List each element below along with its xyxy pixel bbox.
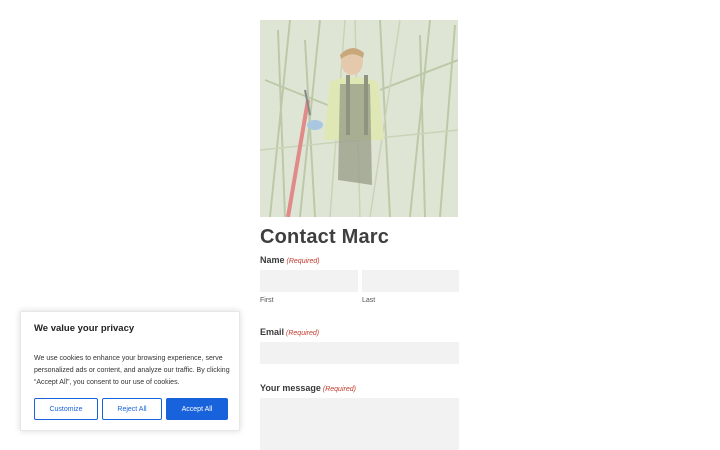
required-indicator: (Required) [286, 330, 320, 337]
message-label-text: Your message [260, 383, 321, 393]
cookie-banner-title: We value your privacy [34, 323, 135, 334]
message-textarea[interactable] [260, 398, 459, 450]
contact-photo-image [260, 20, 458, 217]
email-input[interactable] [260, 342, 459, 364]
cookie-banner-text: We use cookies to enhance your browsing … [34, 355, 230, 386]
contact-photo [260, 20, 458, 217]
name-label: Name (Required) [260, 255, 320, 265]
reject-all-button[interactable]: Reject All [102, 398, 162, 420]
name-label-text: Name [260, 255, 285, 265]
first-name-sublabel: First [260, 297, 274, 304]
cookie-consent-banner: We value your privacy We use cookies to … [20, 311, 240, 431]
last-name-sublabel: Last [362, 297, 376, 304]
required-indicator: (Required) [322, 386, 356, 393]
message-label: Your message (Required) [260, 383, 356, 393]
first-name-input[interactable] [260, 270, 358, 292]
required-indicator: (Required) [286, 258, 320, 265]
last-name-input[interactable] [362, 270, 459, 292]
accept-all-button[interactable]: Accept All [166, 398, 228, 420]
customize-button[interactable]: Customize [34, 398, 98, 420]
email-label-text: Email [260, 327, 285, 337]
email-label: Email (Required) [260, 327, 319, 337]
page-title: Contact Marc [260, 226, 390, 248]
